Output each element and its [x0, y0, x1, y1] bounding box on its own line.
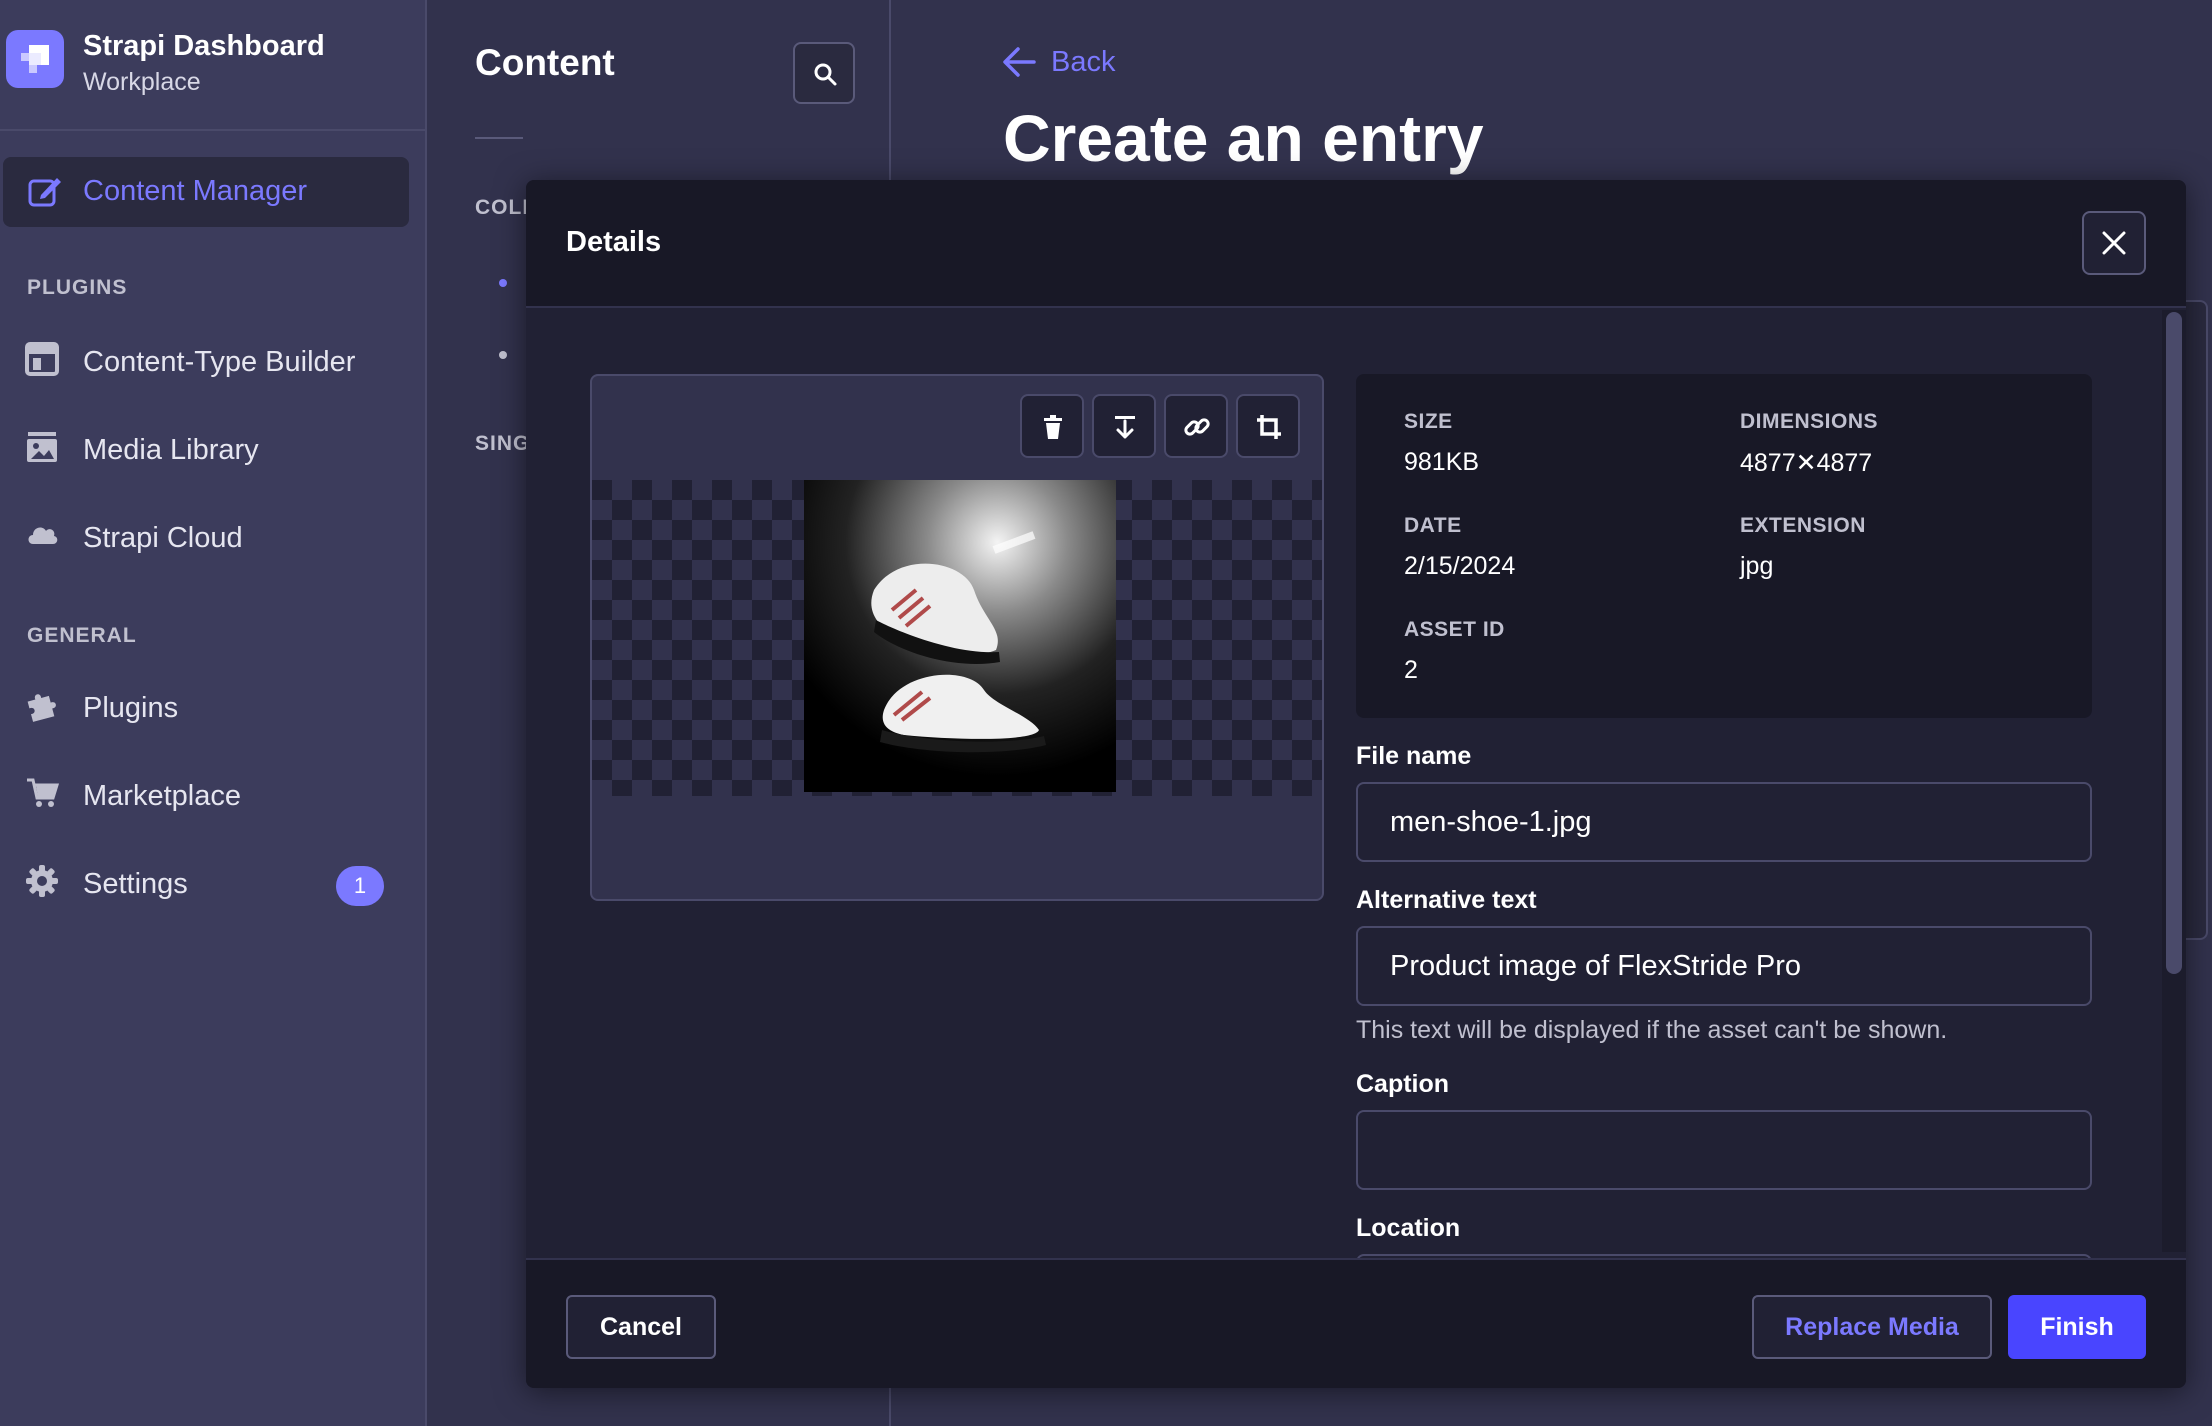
main-nav: Strapi Dashboard Workplace Content Manag… — [0, 0, 427, 1426]
download-asset-button[interactable] — [1092, 394, 1156, 458]
app-root: Strapi Dashboard Workplace Content Manag… — [0, 0, 2212, 1426]
alternative-text-label: Alternative text — [1356, 886, 1537, 914]
back-label: Back — [1051, 46, 1116, 78]
location-label: Location — [1356, 1214, 1461, 1242]
nav-label-content-type-builder: Content-Type Builder — [83, 346, 356, 378]
caption-input[interactable] — [1356, 1110, 2092, 1190]
size-label: SIZE — [1404, 410, 1453, 433]
asset-id-label: ASSET ID — [1404, 618, 1505, 641]
transparency-checkerboard — [592, 480, 1322, 796]
nav-item-content-type-builder[interactable]: Content-Type Builder — [0, 334, 425, 394]
details-modal: Details SIZE 981KB DIMENSIONS 4877✕4877 … — [526, 180, 2186, 1388]
nav-label-settings: Settings — [83, 868, 188, 900]
nav-label-marketplace: Marketplace — [83, 780, 241, 812]
dimensions-value: 4877✕4877 — [1740, 449, 1873, 477]
nav-item-marketplace[interactable]: Marketplace — [0, 768, 425, 828]
close-modal-button[interactable] — [2082, 211, 2146, 275]
subnav-search-button[interactable] — [793, 42, 855, 104]
subnav-bullet-active — [499, 279, 507, 287]
asset-image — [804, 480, 1116, 792]
nav-item-settings[interactable]: Settings 1 — [0, 856, 425, 916]
delete-asset-button[interactable] — [1020, 394, 1084, 458]
cancel-button[interactable]: Cancel — [566, 1295, 716, 1359]
nav-section-general: GENERAL — [27, 624, 137, 647]
size-value: 981KB — [1404, 448, 1480, 476]
nav-item-plugins[interactable]: Plugins — [0, 680, 425, 740]
gear-icon — [25, 864, 61, 900]
modal-header: Details — [526, 180, 2186, 308]
asset-details-card: SIZE 981KB DIMENSIONS 4877✕4877 DATE 2/1… — [1356, 374, 2092, 718]
asset-id-value: 2 — [1404, 656, 1418, 684]
brand-header: Strapi Dashboard Workplace — [0, 0, 425, 131]
extension-label: EXTENSION — [1740, 514, 1866, 537]
brand-title: Strapi Dashboard — [83, 30, 325, 62]
cart-icon — [25, 776, 61, 812]
content-manager-icon — [27, 173, 63, 209]
modal-footer: Cancel Replace Media Finish — [526, 1258, 2186, 1388]
nav-label-media-library: Media Library — [83, 434, 259, 466]
page-title: Create an entry — [1003, 101, 1484, 175]
alternative-text-input[interactable] — [1356, 926, 2092, 1006]
settings-notification-badge: 1 — [336, 866, 384, 906]
puzzle-icon — [25, 688, 61, 724]
nav-label-plugins: Plugins — [83, 692, 179, 724]
image-icon — [25, 430, 61, 466]
file-name-input[interactable] — [1356, 782, 2092, 862]
replace-media-button[interactable]: Replace Media — [1752, 1295, 1992, 1359]
nav-section-plugins: PLUGINS — [27, 276, 128, 299]
extension-value: jpg — [1740, 552, 1774, 580]
nav-item-media-library[interactable]: Media Library — [0, 422, 425, 482]
alternative-text-hint: This text will be displayed if the asset… — [1356, 1016, 1948, 1044]
dimensions-label: DIMENSIONS — [1740, 410, 1879, 433]
layout-icon — [25, 342, 61, 378]
subnav-divider — [475, 137, 523, 139]
asset-preview — [590, 374, 1324, 901]
date-label: DATE — [1404, 514, 1462, 537]
copy-link-button[interactable] — [1164, 394, 1228, 458]
modal-scrollbar-thumb[interactable] — [2166, 312, 2182, 974]
modal-title: Details — [566, 226, 662, 258]
cloud-icon — [25, 518, 61, 554]
strapi-logo-icon — [6, 30, 64, 88]
crop-asset-button[interactable] — [1236, 394, 1300, 458]
nav-label-content-manager: Content Manager — [83, 175, 308, 207]
brand-subtitle: Workplace — [83, 68, 201, 96]
nav-item-content-manager[interactable]: Content Manager — [3, 157, 409, 227]
nav-label-strapi-cloud: Strapi Cloud — [83, 522, 243, 554]
nav-item-strapi-cloud[interactable]: Strapi Cloud — [0, 510, 425, 570]
finish-button[interactable]: Finish — [2008, 1295, 2146, 1359]
file-name-label: File name — [1356, 742, 1472, 770]
subnav-bullet — [499, 351, 507, 359]
subnav-section-single-types: SING — [475, 432, 531, 455]
date-value: 2/15/2024 — [1404, 552, 1516, 580]
subnav-title: Content — [475, 42, 615, 83]
caption-label: Caption — [1356, 1070, 1450, 1098]
